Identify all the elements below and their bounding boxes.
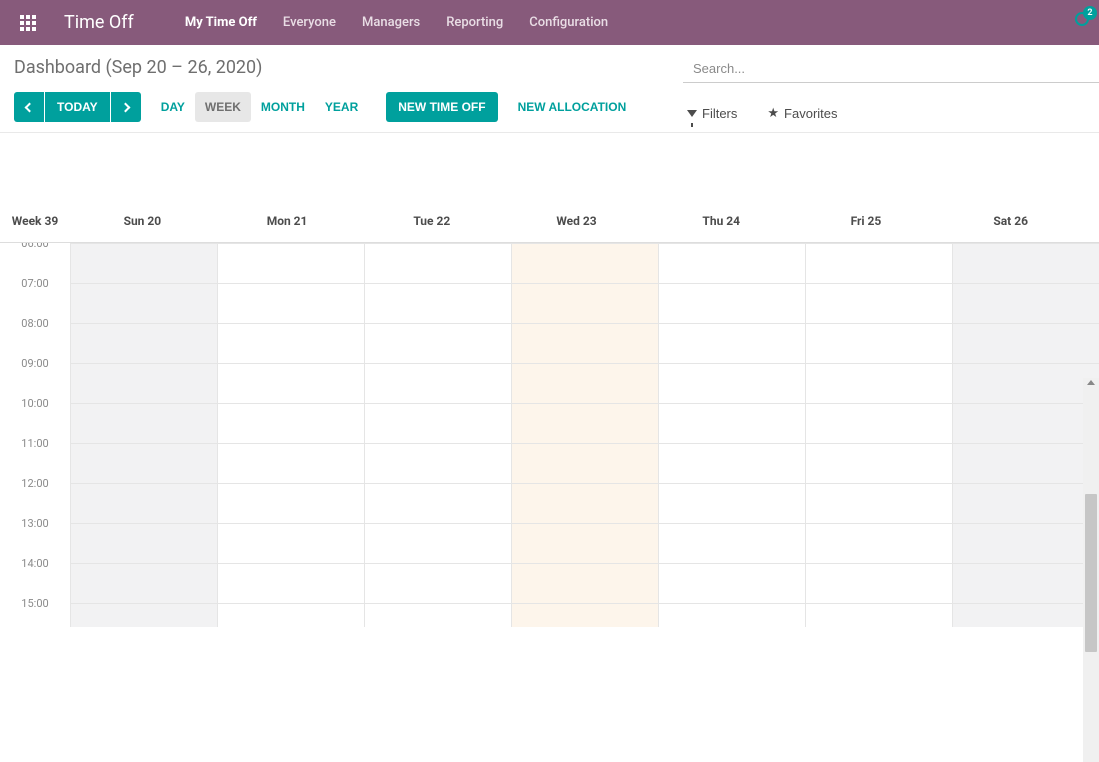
topbar-right: 2: [1075, 10, 1093, 28]
app-title[interactable]: Time Off: [64, 12, 134, 33]
star-icon: ★: [767, 105, 779, 121]
apps-menu-button[interactable]: [14, 9, 42, 37]
time-label: 15:00: [0, 583, 70, 623]
search-input[interactable]: [683, 55, 1099, 83]
day-column[interactable]: [217, 243, 364, 627]
day-column[interactable]: [952, 243, 1099, 627]
view-year[interactable]: YEAR: [315, 92, 368, 122]
time-label: 08:00: [0, 303, 70, 343]
search-area: Filters ★ Favorites: [683, 55, 1099, 121]
time-label: 11:00: [0, 423, 70, 463]
scroll-thumb[interactable]: [1085, 494, 1097, 652]
day-column[interactable]: [511, 243, 658, 627]
action-buttons: NEW TIME OFF NEW ALLOCATION: [386, 92, 634, 122]
view-month[interactable]: MONTH: [251, 92, 315, 122]
activity-icon[interactable]: 2: [1075, 10, 1093, 28]
prev-button[interactable]: [14, 92, 44, 122]
day-columns: [70, 243, 1099, 627]
calendar-body[interactable]: 06:0007:0008:0009:0010:0011:0012:0013:00…: [0, 243, 1099, 627]
hour-line: [70, 243, 1099, 244]
time-label: 06:00: [0, 243, 70, 263]
funnel-icon: [687, 110, 697, 117]
favorites-button[interactable]: ★ Favorites: [767, 105, 837, 121]
calendar: Week 39 Sun 20Mon 21Tue 22Wed 23Thu 24Fr…: [0, 133, 1099, 630]
view-week[interactable]: WEEK: [195, 92, 251, 122]
hour-line: [70, 523, 1099, 524]
day-column[interactable]: [658, 243, 805, 627]
next-button[interactable]: [111, 92, 141, 122]
hour-line: [70, 483, 1099, 484]
time-label: 07:00: [0, 263, 70, 303]
view-switch: DAYWEEKMONTHYEAR: [151, 92, 369, 122]
day-header[interactable]: Fri 25: [794, 214, 939, 228]
today-button[interactable]: TODAY: [45, 92, 110, 122]
scroll-up-icon: [1087, 380, 1095, 385]
day-header[interactable]: Mon 21: [215, 214, 360, 228]
day-column[interactable]: [364, 243, 511, 627]
hour-line: [70, 283, 1099, 284]
date-nav-group: TODAY: [14, 92, 141, 122]
view-day[interactable]: DAY: [151, 92, 195, 122]
hour-line: [70, 403, 1099, 404]
time-gutter: 06:0007:0008:0009:0010:0011:0012:0013:00…: [0, 243, 70, 627]
hour-line: [70, 563, 1099, 564]
time-label: 10:00: [0, 383, 70, 423]
nav-links: My Time OffEveryoneManagersReportingConf…: [172, 9, 621, 36]
time-label: 12:00: [0, 463, 70, 503]
arrow-left-icon: [24, 102, 34, 112]
apps-grid-icon: [20, 15, 36, 31]
day-header[interactable]: Sat 26: [938, 214, 1083, 228]
hour-line: [70, 443, 1099, 444]
hour-line: [70, 363, 1099, 364]
filters-label: Filters: [702, 106, 737, 121]
calendar-header: Week 39 Sun 20Mon 21Tue 22Wed 23Thu 24Fr…: [0, 199, 1099, 243]
day-column[interactable]: [805, 243, 952, 627]
time-label: 14:00: [0, 543, 70, 583]
day-header[interactable]: Thu 24: [649, 214, 794, 228]
control-panel: Dashboard (Sep 20 – 26, 2020) TODAY DAYW…: [0, 45, 1099, 133]
topbar: Time Off My Time OffEveryoneManagersRepo…: [0, 0, 1099, 45]
hour-line: [70, 603, 1099, 604]
new-time-off-button[interactable]: NEW TIME OFF: [386, 92, 497, 122]
week-number-label: Week 39: [0, 214, 70, 228]
nav-link-managers[interactable]: Managers: [349, 9, 433, 36]
nav-link-configuration[interactable]: Configuration: [516, 9, 621, 36]
time-label: 13:00: [0, 503, 70, 543]
day-column[interactable]: [70, 243, 217, 627]
new-allocation-button[interactable]: NEW ALLOCATION: [510, 92, 635, 122]
day-header[interactable]: Sun 20: [70, 214, 215, 228]
nav-link-everyone[interactable]: Everyone: [270, 9, 349, 36]
favorites-label: Favorites: [784, 106, 837, 121]
nav-link-reporting[interactable]: Reporting: [433, 9, 516, 36]
hour-line: [70, 323, 1099, 324]
search-controls: Filters ★ Favorites: [683, 105, 1099, 121]
day-header[interactable]: Tue 22: [359, 214, 504, 228]
day-header[interactable]: Wed 23: [504, 214, 649, 228]
notification-badge: 2: [1083, 6, 1097, 20]
filters-button[interactable]: Filters: [687, 105, 737, 121]
time-label: 09:00: [0, 343, 70, 383]
vertical-scrollbar[interactable]: [1083, 378, 1099, 762]
arrow-right-icon: [121, 102, 131, 112]
nav-link-my-time-off[interactable]: My Time Off: [172, 9, 270, 36]
